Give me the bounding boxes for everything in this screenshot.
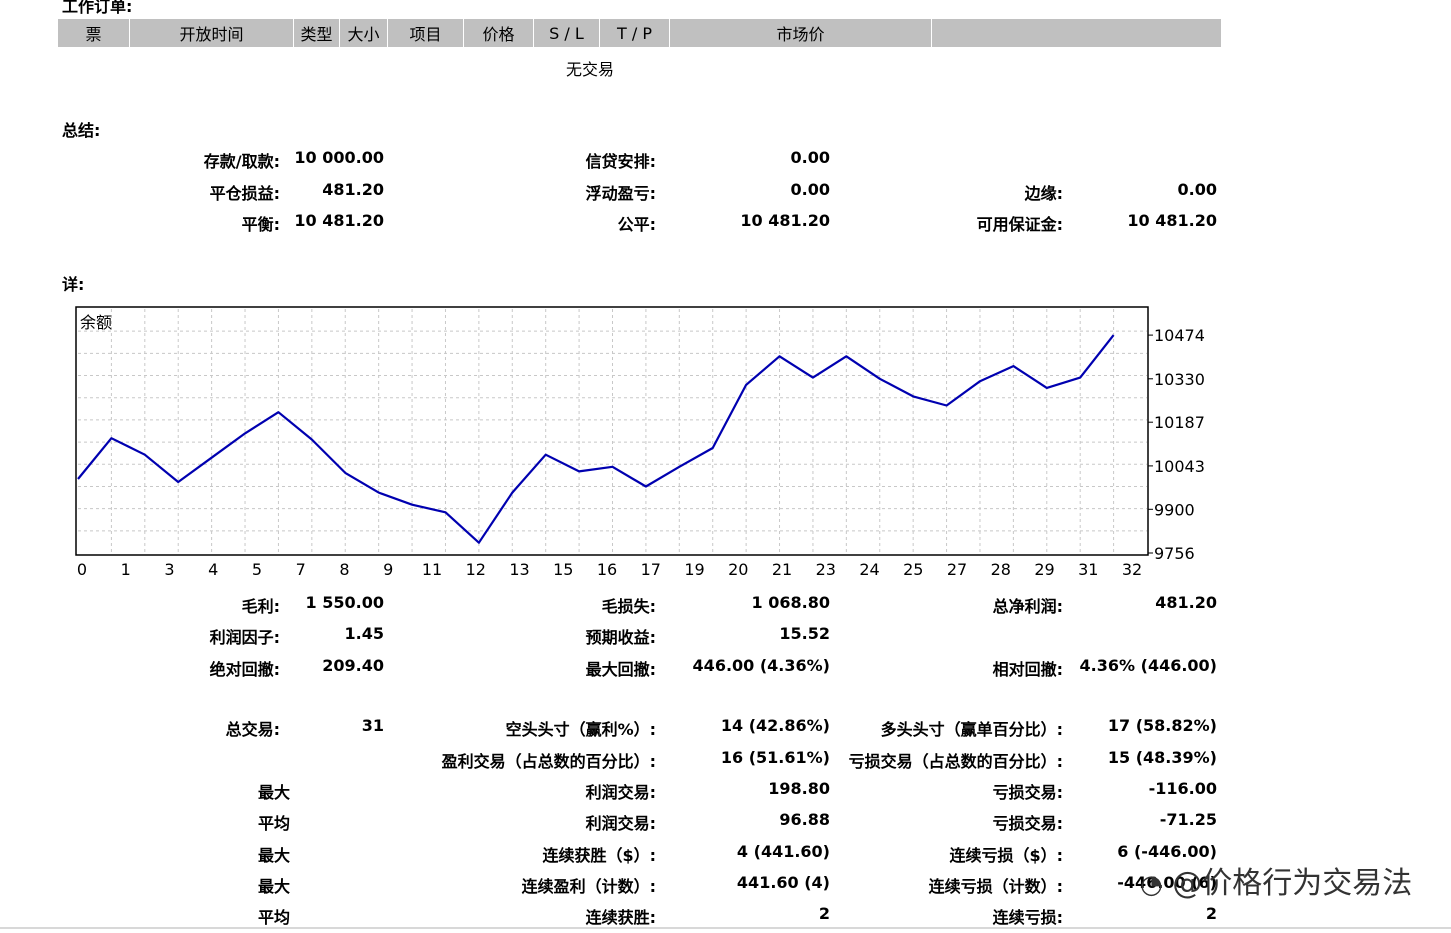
x-tick-label: 17 (641, 560, 661, 579)
watermark-text: @价格行为交易法 (1172, 866, 1413, 901)
maximal-consecutive-profit-value: 441.60 (4) (736, 873, 830, 892)
x-tick-label: 16 (597, 560, 617, 579)
maximal-label: 最大 (257, 877, 290, 896)
expected-payoff-label: 预期收益: (585, 628, 656, 647)
max-drawdown-label: 最大回撤: (585, 660, 656, 679)
balance-line (77, 334, 1115, 544)
x-tick-label: 0 (77, 560, 87, 579)
average-label: 平均 (257, 814, 290, 833)
y-tick-label: 9900 (1154, 500, 1195, 519)
max-consecutive-losses-label: 连续亏损（$）: (949, 846, 1063, 865)
x-tick-label: 13 (509, 560, 529, 579)
largest-profit-trade-label: 利润交易: (585, 783, 656, 802)
x-tick-label: 9 (383, 560, 393, 579)
short-positions-label: 空头头寸（赢利%）: (505, 720, 656, 739)
max-consecutive-wins-label: 连续获胜（$）: (542, 846, 656, 865)
x-axis-ticks: 0 1 3 4 5 7 8 9 11 12 13 15 16 17 19 20 21 23 24 25 27 28 29 31… (77, 560, 1142, 579)
relative-drawdown-value: 4.36% (446.00) (1079, 656, 1217, 675)
x-tick-label: 3 (164, 560, 174, 579)
loss-trades-value: 15 (48.39%) (1107, 748, 1217, 767)
average-consecutive-losses-value: 2 (1205, 904, 1217, 923)
average-consecutive-wins-label: 连续获胜: (585, 908, 656, 927)
gross-loss-value: 1 068.80 (751, 593, 830, 612)
y-tick-label: 10187 (1154, 413, 1205, 432)
x-tick-label: 20 (728, 560, 748, 579)
x-tick-label: 21 (772, 560, 792, 579)
expected-payoff-value: 15.52 (779, 624, 830, 643)
chart-grid (78, 309, 1147, 553)
profit-factor-value: 1.45 (344, 624, 384, 643)
x-tick-label: 31 (1078, 560, 1098, 579)
y-tick-label: 10330 (1154, 370, 1205, 389)
profit-trades-label: 盈利交易（占总数的百分比）: (441, 752, 656, 771)
net-profit-value: 481.20 (1155, 593, 1217, 612)
average-profit-trade-label: 利润交易: (585, 814, 656, 833)
bottom-divider (0, 927, 1451, 929)
average-loss-trade-value: -71.25 (1159, 810, 1217, 829)
x-tick-label: 19 (684, 560, 704, 579)
y-axis-ticks: 10474 10330 10187 10043 9900 9756 (1148, 326, 1205, 563)
x-tick-label: 11 (422, 560, 442, 579)
largest-loss-trade-label: 亏损交易: (992, 783, 1063, 802)
x-tick-label: 23 (816, 560, 836, 579)
long-positions-label: 多头头寸（赢单百分比）: (880, 720, 1063, 739)
gross-profit-value: 1 550.00 (305, 593, 384, 612)
long-positions-value: 17 (58.82%) (1107, 716, 1217, 735)
average-consecutive-losses-label: 连续亏损: (992, 908, 1063, 927)
average-consecutive-wins-value: 2 (818, 904, 830, 923)
gross-loss-label: 毛损失: (601, 597, 656, 616)
maximal-consecutive-profit-label: 连续盈利（计数）: (521, 877, 656, 896)
x-tick-label: 1 (121, 560, 131, 579)
x-tick-label: 4 (208, 560, 218, 579)
total-trades-value: 31 (361, 716, 384, 735)
maximum-label: 最大 (257, 846, 290, 865)
average-profit-trade-value: 96.88 (779, 810, 830, 829)
x-tick-label: 29 (1034, 560, 1054, 579)
x-tick-label: 24 (859, 560, 879, 579)
max-drawdown-value: 446.00 (4.36%) (692, 656, 830, 675)
short-positions-value: 14 (42.86%) (720, 716, 830, 735)
x-tick-label: 28 (991, 560, 1011, 579)
absolute-drawdown-label: 绝对回撤: (209, 660, 280, 679)
total-trades-label: 总交易: (225, 720, 280, 739)
largest-loss-trade-value: -116.00 (1148, 779, 1217, 798)
max-consecutive-wins-value: 4 (441.60) (736, 842, 830, 861)
x-tick-label: 12 (466, 560, 486, 579)
x-tick-label: 15 (553, 560, 573, 579)
y-tick-label: 10474 (1154, 326, 1205, 345)
maximal-consecutive-loss-label: 连续亏损（计数）: (928, 877, 1063, 896)
largest-label: 最大 (257, 783, 290, 802)
largest-profit-trade-value: 198.80 (768, 779, 830, 798)
x-tick-label: 7 (296, 560, 306, 579)
profit-factor-label: 利润因子: (209, 628, 280, 647)
balance-chart: 余额 1047410330101871004399009756 01345789… (75, 306, 1205, 579)
net-profit-label: 总净利润: (992, 597, 1063, 616)
x-tick-label: 32 (1122, 560, 1142, 579)
watermark: ◔ @价格行为交易法 (1140, 858, 1412, 902)
x-tick-label: 25 (903, 560, 923, 579)
x-tick-label: 8 (339, 560, 349, 579)
legend-balance: 余额 (80, 313, 112, 332)
loss-trades-label: 亏损交易（占总数的百分比）: (848, 752, 1063, 771)
y-tick-label: 9756 (1154, 544, 1195, 563)
profit-trades-value: 16 (51.61%) (720, 748, 830, 767)
watermark-logo-icon: ◔ (1140, 870, 1163, 900)
relative-drawdown-label: 相对回撤: (992, 660, 1063, 679)
y-tick-label: 10043 (1154, 457, 1205, 476)
x-tick-label: 27 (947, 560, 967, 579)
gross-profit-label: 毛利: (241, 597, 280, 616)
absolute-drawdown-value: 209.40 (322, 656, 384, 675)
x-tick-label: 5 (252, 560, 262, 579)
average-loss-trade-label: 亏损交易: (992, 814, 1063, 833)
average2-label: 平均 (257, 908, 290, 927)
